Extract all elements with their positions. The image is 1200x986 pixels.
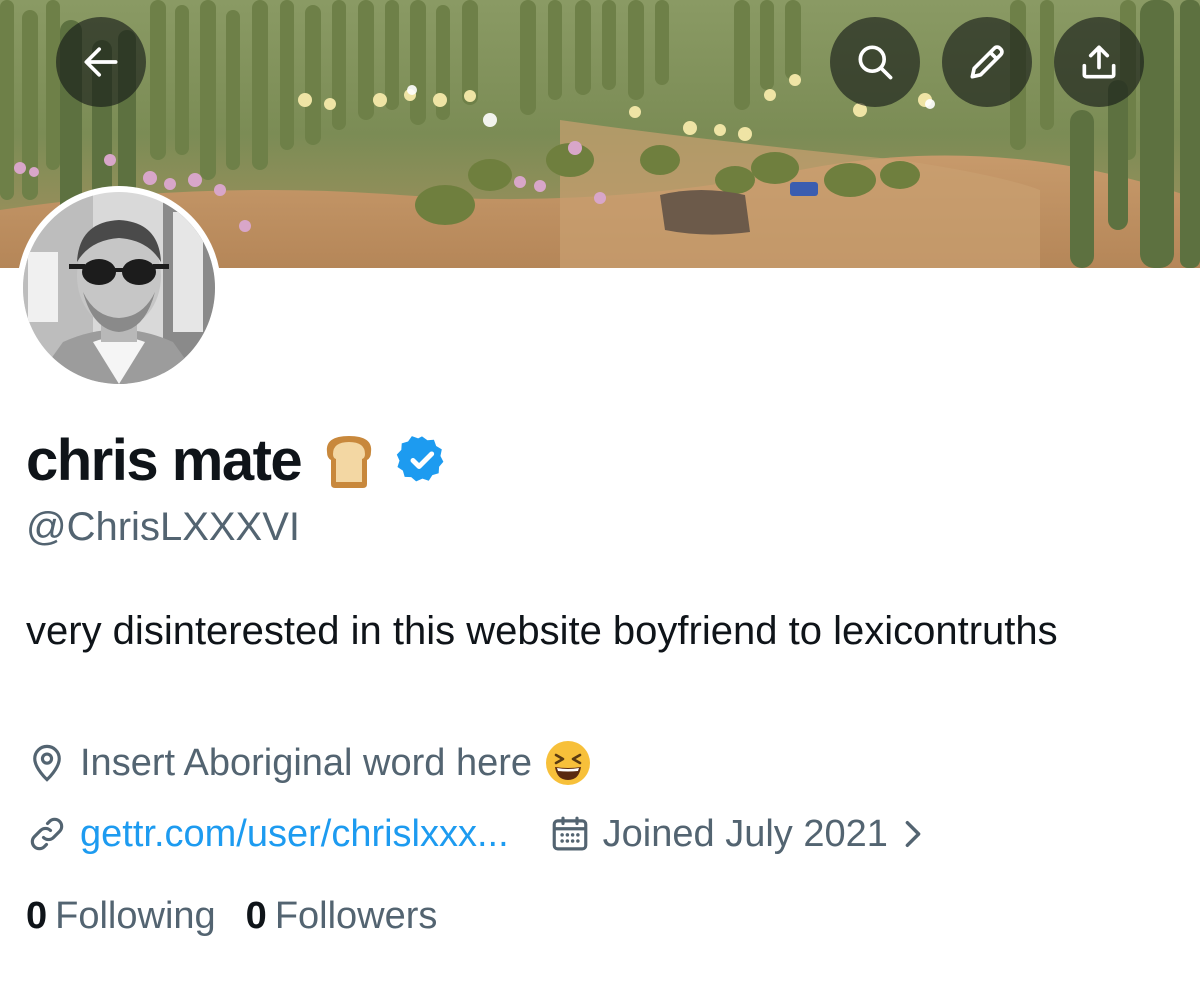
location-text: Insert Aboriginal word here <box>80 741 533 784</box>
back-arrow-icon <box>84 47 118 77</box>
avatar[interactable] <box>17 186 221 390</box>
handle: @ChrisLXXXVI <box>26 505 301 549</box>
followers-link[interactable]: 0 Followers <box>246 895 438 938</box>
search-icon <box>858 45 893 80</box>
verified-badge-icon[interactable] <box>395 433 449 487</box>
location-pin-icon <box>33 744 61 782</box>
link-icon <box>30 817 64 851</box>
following-label: Following <box>55 894 216 937</box>
grinning-squinting-face-icon <box>546 741 591 785</box>
website-joined-row: gettr.com/user/chrislxxx... Joined July … <box>26 806 928 862</box>
bio: very disinterested in this website boyfr… <box>26 609 1058 653</box>
avatar-photo <box>23 192 215 384</box>
bread-icon <box>327 436 372 488</box>
back-button[interactable] <box>56 17 146 107</box>
following-count: 0 <box>26 894 48 937</box>
joined-text: Joined July 2021 <box>602 812 888 855</box>
profile-page: chris mate @ChrisLXXXVI very disinterest… <box>0 0 1200 986</box>
following-link[interactable]: 0 Following <box>26 895 216 938</box>
chevron-right-icon <box>905 820 921 848</box>
followers-label: Followers <box>274 894 438 937</box>
followers-count: 0 <box>245 894 267 937</box>
edit-button[interactable] <box>942 17 1032 107</box>
edit-pencil-icon <box>970 45 1004 79</box>
calendar-icon <box>552 816 587 851</box>
name-row: chris mate <box>26 420 449 500</box>
joined-date[interactable]: Joined July 2021 <box>549 813 928 856</box>
website-link[interactable]: gettr.com/user/chrislxxx... <box>80 813 509 856</box>
location-row: Insert Aboriginal word here <box>26 735 592 791</box>
display-name: chris mate <box>26 427 303 493</box>
share-upload-icon <box>1082 45 1116 79</box>
search-button[interactable] <box>830 17 920 107</box>
follow-stats: 0 Following 0 Followers <box>26 888 437 944</box>
share-button[interactable] <box>1054 17 1144 107</box>
